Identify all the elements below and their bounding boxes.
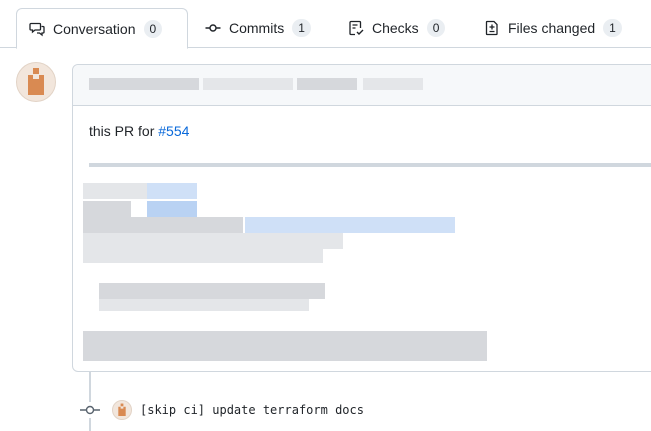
issue-link[interactable]: #554 (158, 123, 189, 139)
pr-tab-bar: Conversation 0 Commits 1 Checks 0 Files … (0, 0, 651, 49)
comment-text: this PR for (89, 123, 159, 139)
redacted-text (83, 201, 131, 217)
avatar-icon (28, 68, 44, 95)
tab-counter: 0 (426, 19, 446, 37)
commit-icon (205, 20, 221, 36)
redacted-text (83, 183, 147, 199)
tab-commits[interactable]: Commits 1 (193, 8, 323, 48)
tab-files-changed[interactable]: Files changed 1 (472, 8, 634, 48)
conversation-icon (29, 21, 45, 37)
redacted-text (83, 233, 343, 249)
author-avatar[interactable] (16, 62, 56, 102)
comment-header (73, 65, 651, 106)
commit-icon (78, 402, 102, 418)
tab-counter: 0 (143, 19, 163, 38)
redacted-text (89, 78, 199, 90)
comment-card: this PR for #554 (72, 64, 651, 372)
comment-body: this PR for #554 (89, 123, 189, 139)
tab-label: Files changed (508, 20, 596, 36)
tab-label: Commits (229, 20, 285, 36)
redacted-text (203, 78, 293, 90)
commit-author-avatar[interactable] (112, 400, 132, 420)
horizontal-rule (89, 163, 651, 167)
commit-row: [skip ci] update terraform docs (78, 396, 364, 424)
redacted-text (83, 217, 243, 233)
redacted-text (83, 331, 487, 361)
redacted-link (147, 201, 197, 217)
redacted-link (245, 217, 455, 233)
tab-checks[interactable]: Checks 0 (336, 8, 457, 48)
commit-message-link[interactable]: [skip ci] update terraform docs (140, 403, 364, 417)
redacted-text (363, 78, 423, 90)
redacted-link (147, 183, 197, 199)
tab-counter: 1 (603, 19, 622, 37)
tab-label: Conversation (53, 20, 136, 37)
file-diff-icon (484, 20, 500, 36)
tab-counter: 1 (292, 19, 311, 37)
redacted-text (99, 299, 309, 311)
tab-conversation[interactable]: Conversation 0 (16, 8, 188, 49)
tab-label: Checks (372, 20, 419, 36)
redacted-text (83, 249, 323, 263)
redacted-text (99, 283, 325, 299)
checks-icon (348, 20, 364, 36)
avatar-icon (118, 403, 126, 416)
redacted-text (297, 78, 357, 90)
